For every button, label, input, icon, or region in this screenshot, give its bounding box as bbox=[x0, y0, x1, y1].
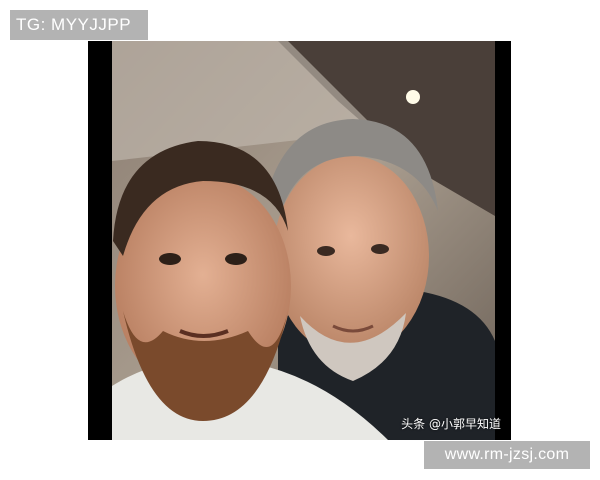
watermark-text: 头条 @小郭早知道 bbox=[401, 417, 501, 431]
selfie-photo: 头条 @小郭早知道 bbox=[88, 41, 511, 440]
website-url-label: www.rm-jzsj.com bbox=[424, 441, 590, 469]
telegram-handle-label: TG: MYYJJPP bbox=[10, 10, 148, 40]
ceiling-light bbox=[406, 90, 420, 104]
right-face bbox=[273, 156, 429, 356]
photo-illustration bbox=[88, 41, 511, 440]
